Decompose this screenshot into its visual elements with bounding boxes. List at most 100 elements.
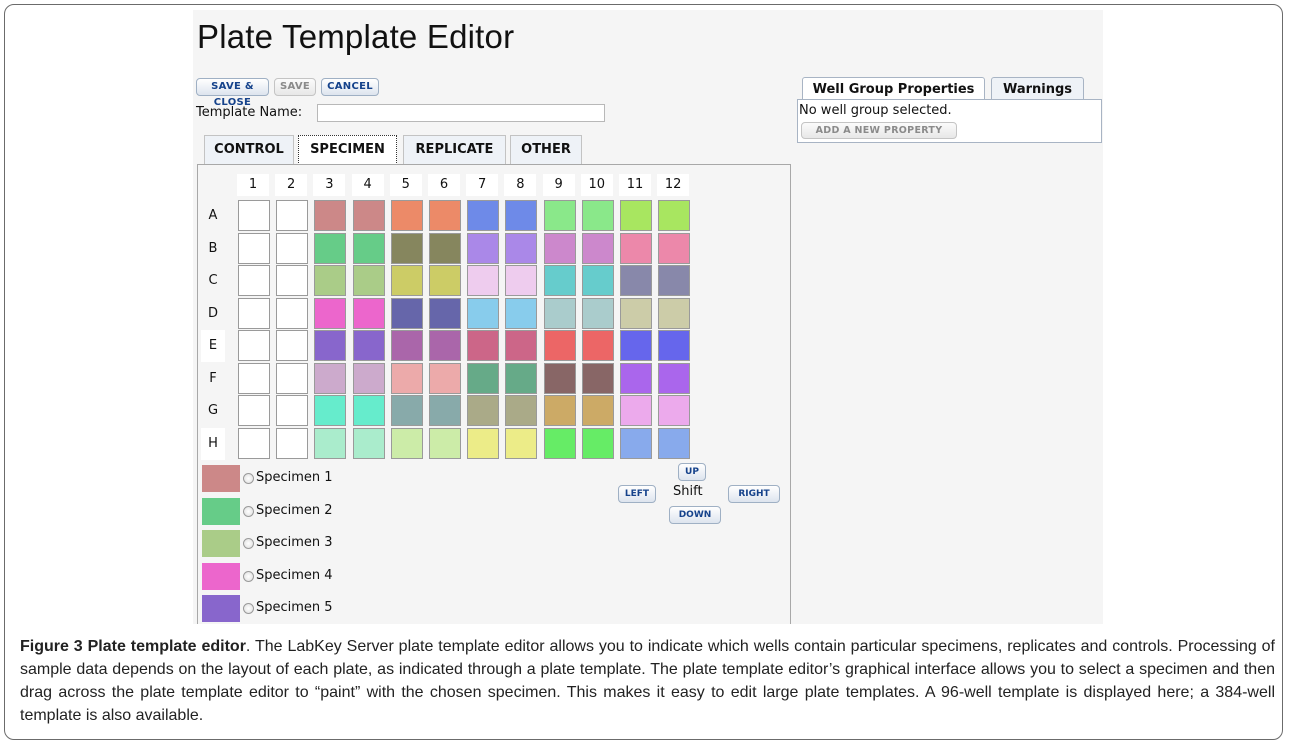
plate-well[interactable] — [352, 427, 385, 459]
plate-well[interactable] — [429, 265, 461, 296]
plate-well[interactable] — [581, 200, 614, 231]
plate-well[interactable] — [238, 232, 270, 264]
plate-well[interactable] — [620, 427, 652, 459]
plate-well[interactable] — [314, 200, 347, 231]
plate-well[interactable] — [238, 330, 270, 361]
plate-well[interactable] — [276, 330, 309, 361]
plate-well[interactable] — [620, 362, 652, 394]
plate-well[interactable] — [581, 297, 614, 329]
save-and-close-button[interactable]: SAVE & CLOSE — [196, 78, 269, 108]
plate-well[interactable] — [505, 297, 538, 329]
plate-well[interactable] — [276, 232, 309, 264]
plate-well[interactable] — [276, 200, 309, 231]
plate-well[interactable] — [352, 297, 385, 329]
specimen-radio[interactable] — [243, 473, 254, 484]
plate-well[interactable] — [429, 297, 461, 329]
plate-well[interactable] — [390, 200, 423, 231]
plate-well[interactable] — [390, 330, 423, 361]
plate-well[interactable] — [276, 395, 309, 426]
plate-well[interactable] — [352, 395, 385, 426]
plate-well[interactable] — [658, 362, 691, 394]
tab-specimen[interactable]: SPECIMEN — [298, 135, 397, 165]
plate-well[interactable] — [620, 200, 652, 231]
specimen-swatch[interactable] — [202, 562, 240, 590]
cancel-button[interactable]: CANCEL — [321, 78, 379, 96]
plate-well[interactable] — [429, 395, 461, 426]
plate-well[interactable] — [390, 232, 423, 264]
plate-well[interactable] — [467, 362, 500, 394]
plate-well[interactable] — [581, 330, 614, 361]
plate-well[interactable] — [238, 265, 270, 296]
plate-well[interactable] — [314, 265, 347, 296]
plate-well[interactable] — [581, 265, 614, 296]
plate-well[interactable] — [505, 427, 538, 459]
plate-well[interactable] — [658, 395, 691, 426]
plate-well[interactable] — [238, 427, 270, 459]
plate-well[interactable] — [581, 232, 614, 264]
plate-well[interactable] — [390, 395, 423, 426]
specimen-radio[interactable] — [243, 538, 254, 549]
plate-well[interactable] — [314, 297, 347, 329]
plate-well[interactable] — [314, 395, 347, 426]
specimen-swatch[interactable] — [202, 530, 240, 557]
plate-well[interactable] — [352, 200, 385, 231]
template-name-input[interactable] — [317, 104, 605, 122]
plate-well[interactable] — [276, 362, 309, 394]
specimen-swatch[interactable] — [202, 497, 240, 525]
plate-well[interactable] — [543, 362, 576, 394]
plate-well[interactable] — [658, 232, 691, 264]
plate-well[interactable] — [467, 297, 500, 329]
plate-well[interactable] — [505, 330, 538, 361]
plate-well[interactable] — [581, 395, 614, 426]
plate-well[interactable] — [352, 265, 385, 296]
plate-well[interactable] — [314, 362, 347, 394]
plate-well[interactable] — [467, 200, 500, 231]
plate-well[interactable] — [620, 395, 652, 426]
plate-well[interactable] — [505, 395, 538, 426]
plate-well[interactable] — [390, 297, 423, 329]
specimen-radio[interactable] — [243, 603, 254, 614]
plate-well[interactable] — [658, 330, 691, 361]
plate-well[interactable] — [276, 265, 309, 296]
plate-well[interactable] — [467, 395, 500, 426]
plate-well[interactable] — [620, 297, 652, 329]
plate-well[interactable] — [543, 265, 576, 296]
specimen-radio[interactable] — [243, 570, 254, 582]
plate-well[interactable] — [620, 330, 652, 361]
plate-well[interactable] — [658, 427, 691, 459]
plate-well[interactable] — [238, 200, 270, 231]
plate-well[interactable] — [429, 427, 461, 459]
plate-well[interactable] — [276, 427, 309, 459]
plate-well[interactable] — [620, 232, 652, 264]
specimen-swatch[interactable] — [202, 465, 240, 492]
shift-up-button[interactable]: UP — [678, 463, 706, 481]
plate-well[interactable] — [543, 297, 576, 329]
plate-well[interactable] — [505, 232, 538, 264]
tab-control[interactable]: CONTROL — [204, 135, 294, 165]
plate-well[interactable] — [658, 297, 691, 329]
plate-well[interactable] — [238, 297, 270, 329]
tab-other[interactable]: OTHER — [510, 135, 582, 165]
plate-well[interactable] — [314, 427, 347, 459]
shift-left-button[interactable]: LEFT — [618, 485, 656, 503]
plate-well[interactable] — [238, 362, 270, 394]
add-new-property-button[interactable]: ADD A NEW PROPERTY — [801, 122, 957, 139]
plate-well[interactable] — [390, 265, 423, 296]
save-button[interactable]: SAVE — [274, 78, 316, 96]
plate-well[interactable] — [429, 362, 461, 394]
plate-well[interactable] — [314, 330, 347, 361]
plate-well[interactable] — [429, 330, 461, 361]
plate-well[interactable] — [276, 297, 309, 329]
plate-well[interactable] — [543, 200, 576, 231]
plate-well[interactable] — [352, 330, 385, 361]
plate-well[interactable] — [620, 265, 652, 296]
plate-well[interactable] — [658, 200, 691, 231]
plate-well[interactable] — [390, 427, 423, 459]
plate-well[interactable] — [543, 427, 576, 459]
plate-well[interactable] — [505, 362, 538, 394]
plate-well[interactable] — [581, 427, 614, 459]
plate-well[interactable] — [543, 330, 576, 361]
plate-well[interactable] — [467, 330, 500, 361]
plate-well[interactable] — [352, 362, 385, 394]
plate-well[interactable] — [390, 362, 423, 394]
